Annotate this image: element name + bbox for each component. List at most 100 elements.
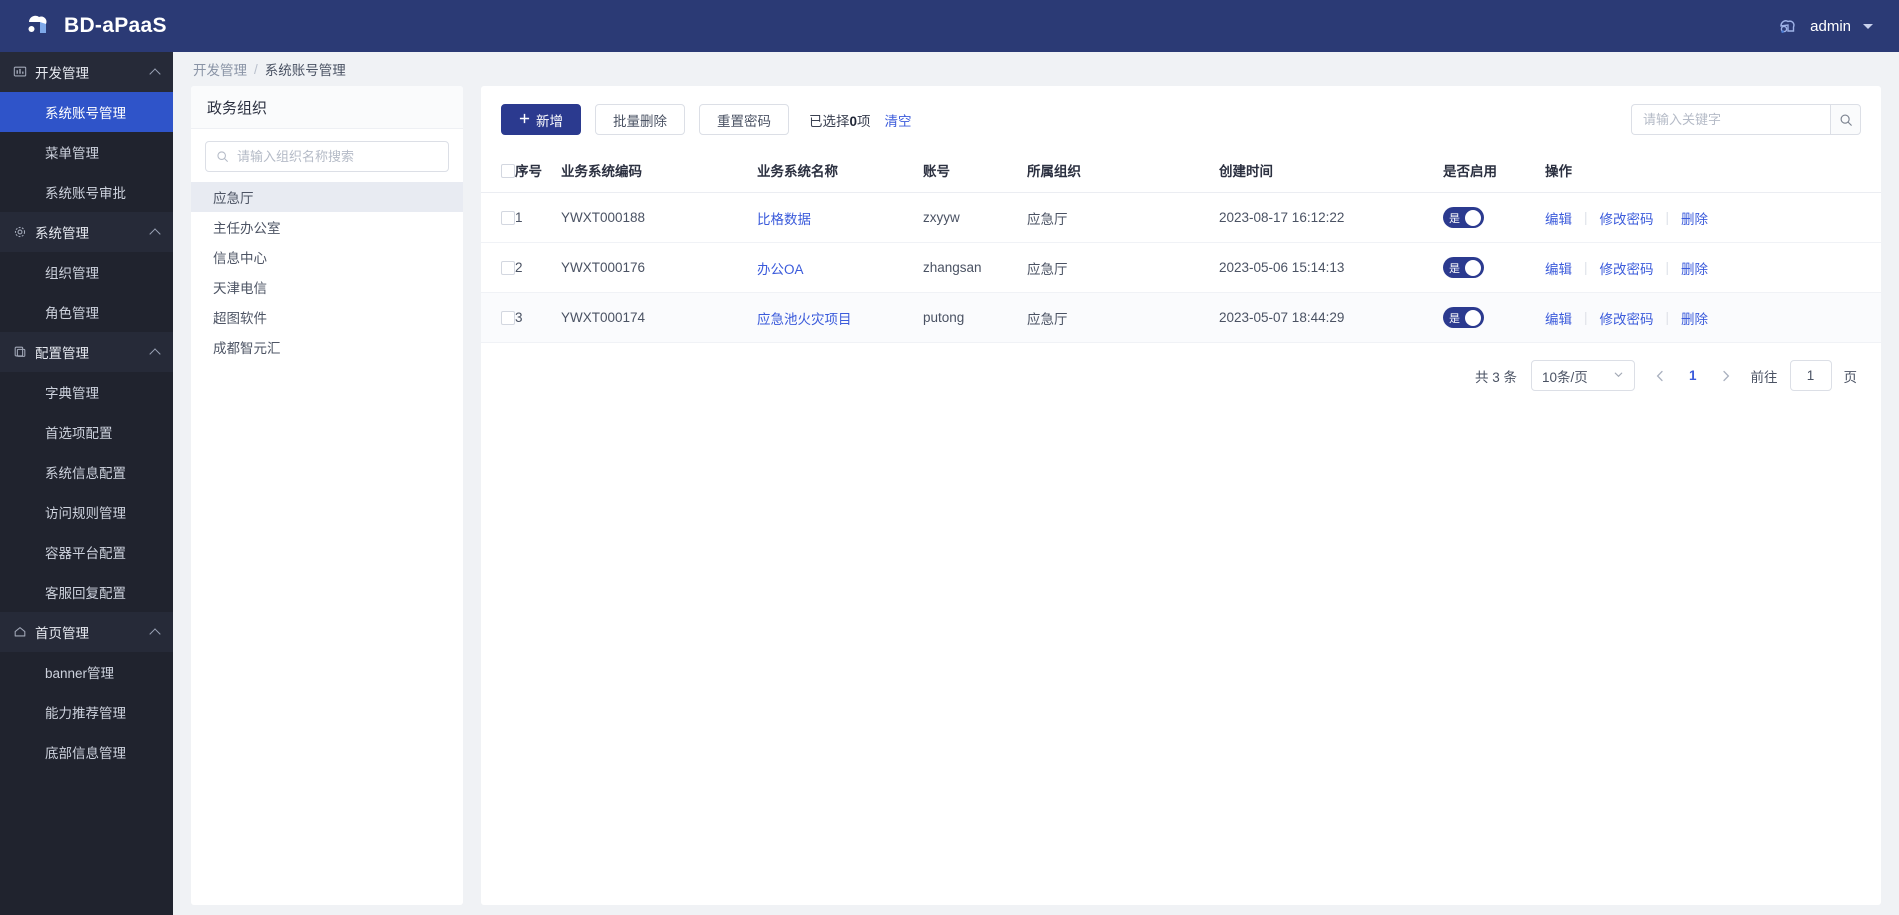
user-name: admin [1810, 17, 1851, 35]
select-all-checkbox[interactable] [501, 163, 515, 178]
org-item-supermap[interactable]: 超图软件 [191, 302, 463, 332]
table-row[interactable]: 2 YWXT000176 办公OA zhangsan 应急厅 2023-05-0… [481, 242, 1881, 293]
pagination-total: 共 3 条 [1474, 369, 1517, 385]
org-item-emergency-dept[interactable]: 应急厅 [191, 182, 463, 212]
table-row[interactable]: 1 YWXT000188 比格数据 zxyyw 应急厅 2023-08-17 1… [481, 192, 1881, 243]
org-search-box[interactable] [205, 141, 449, 172]
org-item-chengdu-zhiyuanhui[interactable]: 成都智元汇 [191, 332, 463, 362]
sidebar-group-system[interactable]: 系统管理 [0, 212, 173, 252]
user-menu[interactable]: admin [1776, 14, 1873, 38]
enable-toggle[interactable]: 是 [1443, 307, 1484, 328]
org-item-director-office[interactable]: 主任办公室 [191, 212, 463, 242]
chevron-up-icon [149, 347, 161, 360]
delete-link[interactable]: 删除 [1681, 308, 1708, 328]
row-checkbox[interactable] [501, 211, 515, 226]
table-row[interactable]: 3 YWXT000174 应急池火灾项目 putong 应急厅 2023-05-… [481, 292, 1881, 343]
batch-delete-button[interactable]: 批量删除 [595, 104, 685, 135]
header-created: 创建时间 [1219, 149, 1443, 193]
sidebar-item-label: 系统账号管理 [45, 106, 126, 121]
search-icon [1839, 113, 1853, 127]
keyword-search-button[interactable] [1830, 104, 1861, 135]
breadcrumb: 开发管理 / 系统账号管理 [173, 52, 1899, 86]
delete-link[interactable]: 删除 [1681, 258, 1708, 278]
jump-page-input[interactable] [1789, 360, 1832, 391]
org-search-input[interactable] [237, 149, 438, 164]
row-account: zxyyw [923, 192, 1027, 243]
sidebar-item-access-rule-mgmt[interactable]: 访问规则管理 [0, 492, 173, 532]
sidebar-item-menu-mgmt[interactable]: 菜单管理 [0, 132, 173, 172]
sidebar-group-homepage[interactable]: 首页管理 [0, 612, 173, 652]
sidebar-item-preference-config[interactable]: 首选项配置 [0, 412, 173, 452]
sidebar-group-dev[interactable]: 开发管理 [0, 52, 173, 92]
edit-link[interactable]: 编辑 [1545, 208, 1572, 228]
sidebar-item-banner-mgmt[interactable]: banner管理 [0, 652, 173, 692]
org-item-tianjin-telecom[interactable]: 天津电信 [191, 272, 463, 302]
brand[interactable]: BD-aPaaS [22, 11, 167, 41]
change-password-link[interactable]: 修改密码 [1600, 308, 1654, 328]
change-password-link[interactable]: 修改密码 [1600, 208, 1654, 228]
copy-icon [13, 345, 27, 359]
edit-link[interactable]: 编辑 [1545, 308, 1572, 328]
org-search-wrapper [191, 129, 463, 182]
page-number-1[interactable]: 1 [1685, 368, 1701, 383]
sidebar-item-label: 角色管理 [45, 306, 99, 321]
sidebar-item-label: 能力推荐管理 [45, 706, 126, 721]
row-code: YWXT000174 [561, 292, 757, 343]
top-bar: BD-aPaaS admin [0, 0, 1899, 52]
row-account: putong [923, 292, 1027, 343]
change-password-link[interactable]: 修改密码 [1600, 258, 1654, 278]
action-divider: | [1584, 210, 1588, 225]
row-name-cell: 办公OA [757, 242, 923, 293]
row-select-cell [481, 242, 515, 293]
org-item-label: 应急厅 [213, 191, 254, 206]
row-enabled-cell: 是 [1443, 292, 1545, 343]
row-enabled-cell: 是 [1443, 242, 1545, 293]
enable-toggle-label: 是 [1449, 312, 1460, 325]
batch-delete-label: 批量删除 [613, 113, 667, 129]
enable-toggle[interactable]: 是 [1443, 207, 1484, 228]
row-checkbox[interactable] [501, 311, 515, 326]
clear-selection-link[interactable]: 清空 [885, 110, 912, 130]
row-name-link[interactable]: 办公OA [757, 262, 804, 277]
sidebar-item-org-mgmt[interactable]: 组织管理 [0, 252, 173, 292]
org-item-info-center[interactable]: 信息中心 [191, 242, 463, 272]
keyword-search-input[interactable] [1631, 104, 1830, 135]
chevron-right-icon[interactable] [1713, 363, 1739, 389]
enable-toggle[interactable]: 是 [1443, 257, 1484, 278]
gear-icon [13, 225, 27, 239]
sidebar-item-container-platform-config[interactable]: 容器平台配置 [0, 532, 173, 572]
sidebar-group-config[interactable]: 配置管理 [0, 332, 173, 372]
toggle-knob [1465, 309, 1481, 326]
sidebar-item-footer-info-mgmt[interactable]: 底部信息管理 [0, 732, 173, 772]
org-panel-title: 政务组织 [191, 86, 463, 129]
edit-link[interactable]: 编辑 [1545, 258, 1572, 278]
row-index: 2 [515, 242, 561, 293]
row-checkbox[interactable] [501, 261, 515, 276]
action-divider: | [1584, 310, 1588, 325]
selected-prefix: 已选择 [809, 113, 850, 129]
chevron-down-icon [1863, 23, 1873, 29]
reset-password-button[interactable]: 重置密码 [699, 104, 789, 135]
sidebar-item-system-info-config[interactable]: 系统信息配置 [0, 452, 173, 492]
sidebar-item-capability-recommend-mgmt[interactable]: 能力推荐管理 [0, 692, 173, 732]
sidebar-item-account-approval[interactable]: 系统账号审批 [0, 172, 173, 212]
row-name-link[interactable]: 应急池火灾项目 [757, 312, 852, 327]
sidebar-item-dict-mgmt[interactable]: 字典管理 [0, 372, 173, 412]
brand-title: BD-aPaaS [64, 14, 167, 37]
row-name-link[interactable]: 比格数据 [757, 212, 811, 227]
row-select-cell [481, 192, 515, 243]
add-button[interactable]: 新增 [501, 104, 581, 135]
sidebar-item-support-reply-config[interactable]: 客服回复配置 [0, 572, 173, 612]
row-org: 应急厅 [1027, 292, 1219, 343]
header-select-all [481, 149, 515, 193]
row-org: 应急厅 [1027, 192, 1219, 243]
sidebar-item-system-account-mgmt[interactable]: 系统账号管理 [0, 92, 173, 132]
row-created: 2023-05-06 15:14:13 [1219, 242, 1443, 293]
page-size-select[interactable]: 10条/页 [1530, 360, 1635, 391]
breadcrumb-parent[interactable]: 开发管理 [193, 59, 247, 79]
chevron-left-icon[interactable] [1647, 363, 1673, 389]
sidebar-item-label: 系统账号审批 [45, 186, 126, 201]
delete-link[interactable]: 删除 [1681, 208, 1708, 228]
sidebar-item-role-mgmt[interactable]: 角色管理 [0, 292, 173, 332]
org-item-label: 信息中心 [213, 251, 267, 266]
